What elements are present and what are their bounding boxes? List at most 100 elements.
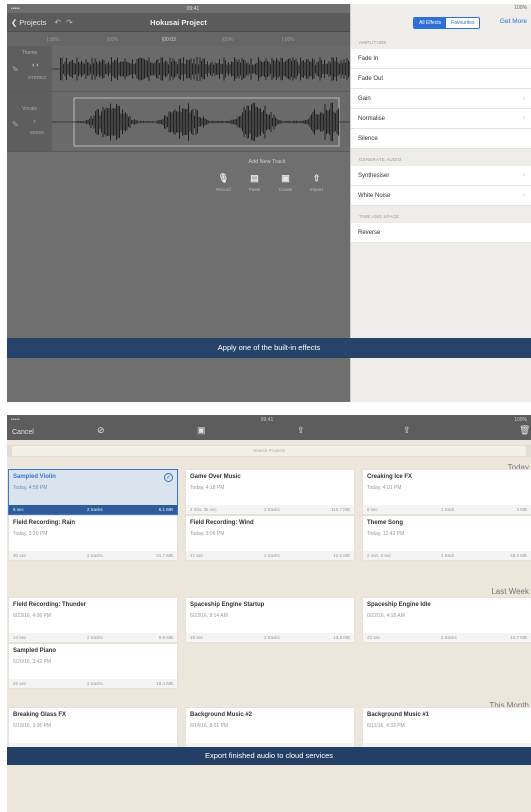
project-title: Background Music #2 bbox=[190, 712, 253, 718]
project-duration: 14 sec bbox=[13, 635, 27, 640]
pencil-icon[interactable]: ✎ bbox=[12, 120, 19, 129]
segment-all-effects[interactable]: All Effects bbox=[414, 17, 447, 28]
project-browser-screen: ••••• 09:41 100% Cancel ⊘ ▣ ⇪ ⇪ 🗑 Search… bbox=[7, 415, 531, 812]
project-duration: 18 sec bbox=[190, 635, 204, 640]
export-icon[interactable]: ⇪ bbox=[403, 425, 411, 436]
new-project-icon[interactable]: ▣ bbox=[197, 425, 206, 436]
status-time: 09:41 bbox=[260, 416, 274, 423]
project-card[interactable]: Game Over Music Today, 4:18 PM 2 min, 36 s… bbox=[185, 469, 355, 515]
effect-cell[interactable]: Normalise › bbox=[351, 109, 531, 129]
status-battery: 100% bbox=[514, 5, 527, 11]
project-footer: 17 sec 2 tracks 12.6 MB bbox=[186, 551, 354, 560]
project-duration: 2 min, 36 sec bbox=[190, 507, 217, 512]
create-label: Create bbox=[278, 187, 293, 192]
project-title: Spaceship Engine Startup bbox=[190, 602, 265, 608]
project-card[interactable]: Creaking Ice FX Today, 4:01 PM 8 sec 1 trac… bbox=[362, 469, 531, 515]
project-footer: 14 sec 2 tracks 9.9 MB bbox=[9, 633, 177, 642]
track-mode-label: STEREO bbox=[28, 75, 47, 80]
project-size: 21.7 MB bbox=[156, 553, 173, 558]
microphone-icon: 🎙 bbox=[217, 173, 230, 183]
caption-banner: Apply one of the built-in effects bbox=[7, 338, 531, 358]
effects-list: AMPLITUDE Fade In Fade Out Gain › Normalise › S… bbox=[351, 32, 531, 243]
project-size: 3 MB bbox=[516, 507, 527, 512]
segment-favourites[interactable]: Favourites bbox=[446, 17, 480, 28]
waveform-vocals bbox=[52, 97, 350, 147]
project-title: Spaceship Engine Idle bbox=[367, 602, 431, 608]
project-card[interactable]: Spaceship Engine Idle 6/22/16, 4:18 AM 22 … bbox=[362, 597, 531, 643]
paste-label: Paste bbox=[248, 187, 261, 192]
project-date: Today, 4:18 PM bbox=[190, 485, 225, 491]
effect-cell[interactable]: Synthesiser › bbox=[351, 166, 531, 186]
ruler-tick: |:00% bbox=[282, 37, 295, 43]
search-input[interactable]: Search Projects bbox=[12, 446, 526, 456]
effect-cell[interactable]: Silence bbox=[351, 129, 531, 149]
project-track-count: 2 tracks bbox=[87, 681, 103, 686]
record-label: Record bbox=[216, 187, 231, 192]
project-card[interactable]: Field Recording: Rain Today, 3:20 PM 30 se… bbox=[8, 515, 178, 561]
effect-label: White Noise bbox=[358, 192, 391, 199]
project-size: 15.7 MB bbox=[510, 635, 527, 640]
chevron-right-icon: › bbox=[522, 95, 525, 102]
pencil-icon[interactable]: ✎ bbox=[12, 65, 19, 74]
import-button[interactable]: ⇧ Import bbox=[305, 173, 328, 192]
effect-label: Reverse bbox=[358, 229, 381, 236]
effect-label: Gain bbox=[358, 95, 371, 102]
project-title: Field Recording: Rain bbox=[13, 520, 76, 526]
back-button[interactable]: ❮ Projects bbox=[11, 18, 46, 27]
effect-cell[interactable]: Reverse bbox=[351, 223, 531, 243]
project-date: 6/23/16, 4:06 PM bbox=[13, 613, 52, 619]
select-check-icon[interactable]: ⊘ bbox=[97, 425, 105, 436]
project-duration: 22 sec bbox=[367, 635, 381, 640]
undo-icon[interactable]: ↶ bbox=[54, 18, 61, 27]
track-vocals[interactable]: Vocals ✎ ♁ MONO bbox=[7, 92, 350, 152]
stereo-icon[interactable]: ◖◗ bbox=[31, 62, 39, 69]
track-theme[interactable]: Theme ✎ ◖◗ STEREO bbox=[7, 46, 350, 92]
back-label: Projects bbox=[19, 17, 47, 27]
project-card[interactable]: Sampled Violin Today, 4:58 PM ✓ 6 sec 2 trac… bbox=[8, 469, 178, 515]
project-date: 6/20/16, 3:42 PM bbox=[13, 659, 52, 665]
project-date: 6/15/16, 3:35 PM bbox=[13, 723, 52, 729]
project-size: 12.6 MB bbox=[333, 553, 350, 558]
status-bar: ••••• 09:41 bbox=[7, 4, 350, 13]
effect-cell[interactable]: Fade Out bbox=[351, 69, 531, 89]
mono-icon[interactable]: ♁ bbox=[32, 118, 37, 125]
project-card[interactable]: Field Recording: Thunder 6/23/16, 4:06 PM… bbox=[8, 597, 178, 643]
audio-editor-screen: ••••• 09:41 ❮ Projects ↶ ↷ Hokusai Proje… bbox=[7, 4, 531, 402]
project-card[interactable]: Spaceship Engine Startup 6/23/16, 9:14 AM… bbox=[185, 597, 355, 643]
project-title: Sampled Violin bbox=[13, 474, 56, 480]
get-more-button[interactable]: Get More bbox=[500, 18, 527, 25]
section-header: TIME AND SPACE bbox=[359, 214, 400, 219]
nav-bar: ❮ Projects ↶ ↷ Hokusai Project bbox=[7, 13, 350, 32]
paste-button[interactable]: ▤ Paste bbox=[243, 173, 266, 192]
project-card[interactable]: Sampled Piano 6/20/16, 3:42 PM 26 sec 2 tra… bbox=[8, 643, 178, 689]
project-card[interactable]: Theme Song Today, 12:43 PM 2 min, 3 sec 1 t… bbox=[362, 515, 531, 561]
project-title: Background Music #1 bbox=[367, 712, 430, 718]
trash-icon[interactable]: 🗑 bbox=[519, 425, 530, 436]
project-size: 9.9 MB bbox=[158, 635, 173, 640]
track-name: Theme bbox=[21, 50, 38, 56]
project-track-count: 2 tracks bbox=[264, 507, 280, 512]
project-track-count: 2 tracks bbox=[264, 635, 280, 640]
share-icon[interactable]: ⇪ bbox=[297, 425, 305, 436]
record-button[interactable]: 🎙 Record bbox=[212, 173, 235, 192]
project-title: Sampled Piano bbox=[13, 648, 57, 654]
search-bar: Search Projects bbox=[7, 445, 531, 457]
project-duration: 30 sec bbox=[13, 553, 27, 558]
timeline-ruler[interactable]: |:00% |00% |00:03 |00% |:00% bbox=[7, 32, 350, 46]
project-footer: 2 min, 3 sec 1 track 43.4 MB bbox=[363, 551, 531, 560]
redo-icon[interactable]: ↷ bbox=[66, 18, 73, 27]
create-button[interactable]: ▣ Create bbox=[274, 173, 297, 192]
browser-toolbar: ••••• 09:41 100% Cancel ⊘ ▣ ⇪ ⇪ 🗑 bbox=[7, 415, 531, 440]
project-footer: 6 sec 2 tracks 6.1 MB bbox=[9, 505, 177, 514]
project-date: 6/14/16, 8:01 PM bbox=[190, 723, 229, 729]
project-footer: 22 sec 2 tracks 15.7 MB bbox=[363, 633, 531, 642]
effect-cell[interactable]: White Noise › bbox=[351, 186, 531, 206]
status-battery: 100% bbox=[514, 416, 527, 423]
ruler-tick: |00% bbox=[107, 37, 119, 43]
add-new-track: Add New Track 🎙 Record ▤ Paste ▣ Create ⇧ Im… bbox=[212, 159, 332, 192]
cancel-button[interactable]: Cancel bbox=[12, 429, 34, 436]
project-size: 6.1 MB bbox=[158, 507, 173, 512]
effect-cell[interactable]: Fade In bbox=[351, 49, 531, 69]
project-card[interactable]: Field Recording: Wind Today, 3:06 PM 17 se… bbox=[185, 515, 355, 561]
effect-cell[interactable]: Gain › bbox=[351, 89, 531, 109]
